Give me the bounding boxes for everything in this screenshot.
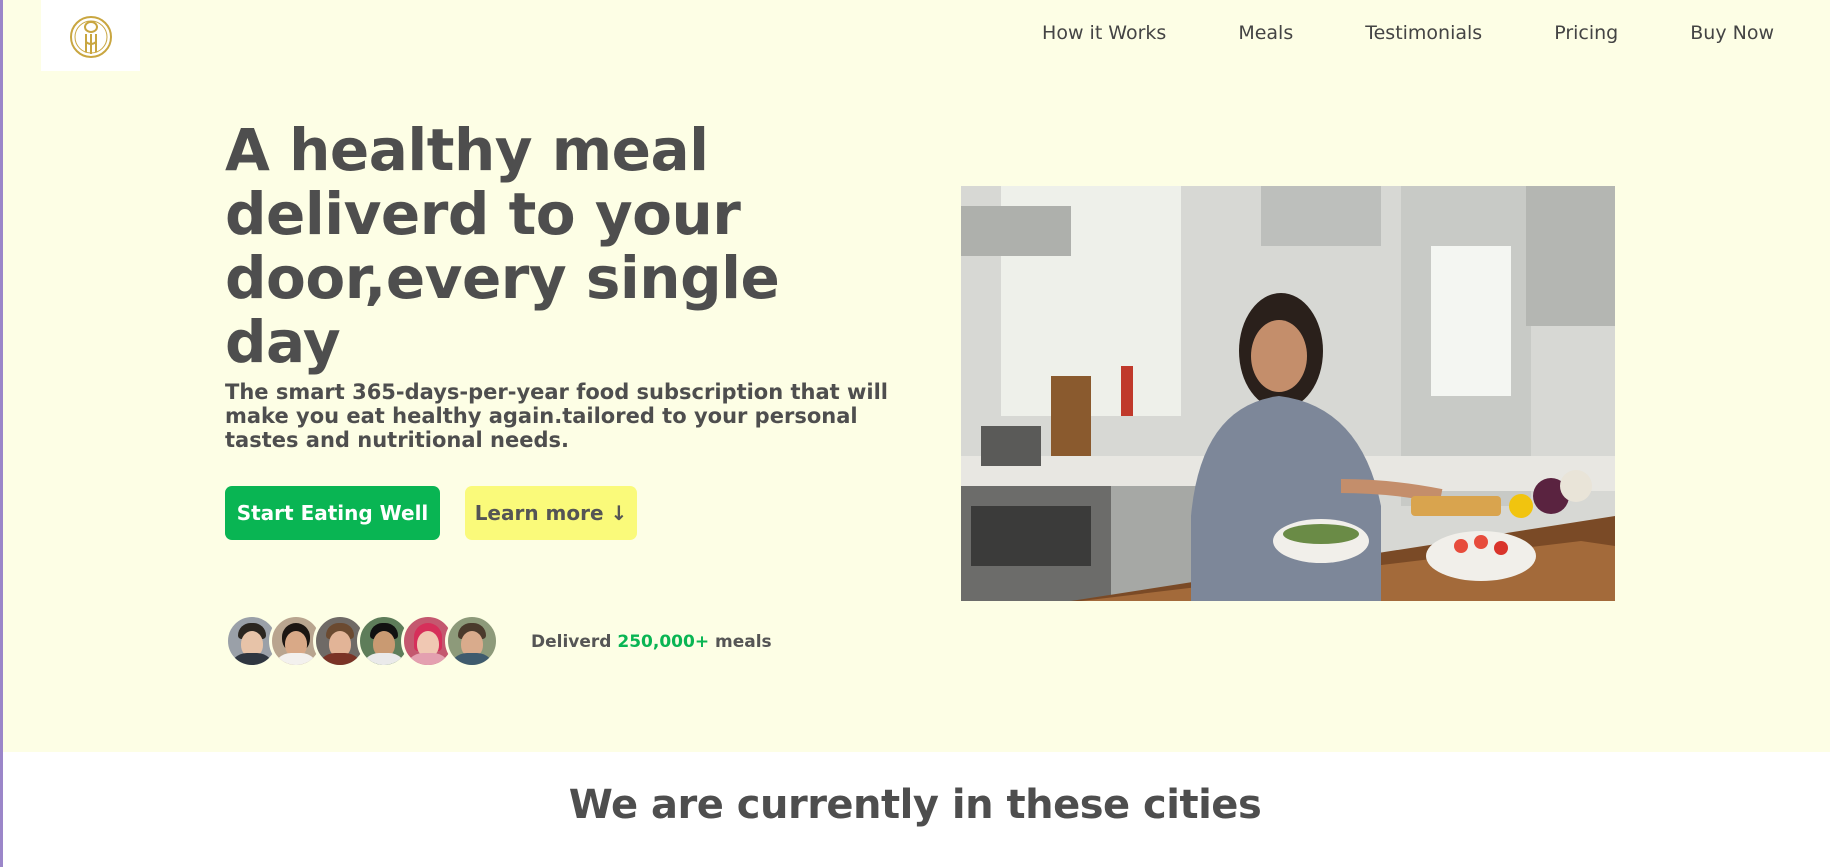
nav-how-it-works[interactable]: How it Works <box>1042 22 1166 44</box>
customer-avatars <box>225 614 499 668</box>
hero-description: The smart 365-days-per-year food subscri… <box>225 380 888 452</box>
hero-title: A healthy meal deliverd to your door,eve… <box>225 116 780 376</box>
avatar <box>445 614 499 668</box>
delivered-count: 250,000+ <box>617 632 710 652</box>
hero-section: How it Works Meals Testimonials Pricing … <box>3 0 1830 752</box>
nav-meals[interactable]: Meals <box>1238 22 1293 44</box>
hero-image <box>961 186 1615 601</box>
delivered-meals-text: Deliverd 250,000+ meals <box>531 632 772 652</box>
nav-testimonials[interactable]: Testimonials <box>1365 22 1482 44</box>
cities-section-title: We are currently in these cities <box>568 782 1262 828</box>
learn-more-button[interactable]: Learn more ↓ <box>465 486 637 540</box>
delivered-prefix: Deliverd <box>531 632 612 652</box>
main-nav: How it Works Meals Testimonials Pricing … <box>1042 22 1774 44</box>
nav-pricing[interactable]: Pricing <box>1554 22 1618 44</box>
nav-buy-now[interactable]: Buy Now <box>1690 22 1774 44</box>
start-eating-well-button[interactable]: Start Eating Well <box>225 486 440 540</box>
delivered-suffix: meals <box>715 632 772 652</box>
logo[interactable] <box>41 0 140 71</box>
fork-knife-logo-icon <box>69 15 112 58</box>
